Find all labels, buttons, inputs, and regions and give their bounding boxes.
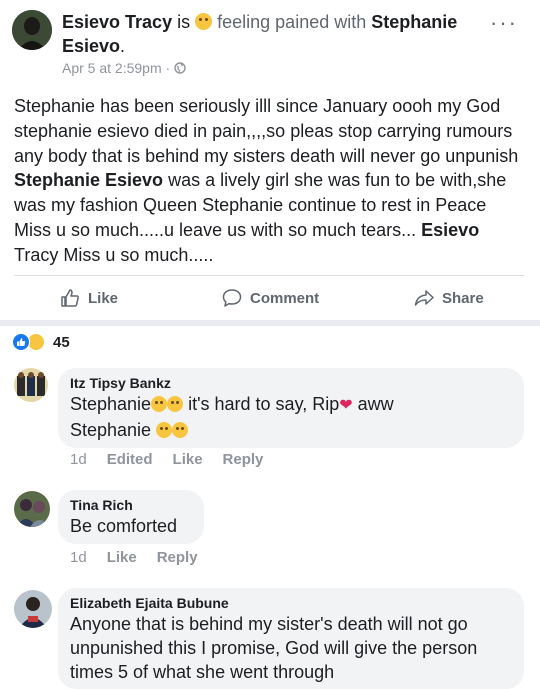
globe-icon bbox=[174, 62, 186, 74]
author-name[interactable]: Esievo Tracy bbox=[62, 12, 172, 32]
reactions-summary[interactable]: 45 bbox=[12, 333, 70, 351]
commenter-avatar-2[interactable] bbox=[14, 491, 50, 527]
crying-emoji-icon-2 bbox=[156, 422, 173, 438]
comment-text-2: Be comforted bbox=[70, 516, 178, 536]
comment-1-text-c: aww bbox=[352, 394, 394, 414]
timestamp-dot: · bbox=[165, 60, 171, 76]
comment-icon bbox=[222, 289, 242, 307]
is-word: is bbox=[177, 12, 191, 32]
commenter-avatar-3[interactable] bbox=[14, 590, 52, 628]
post-body-text-1: Stephanie has been seriously illl since … bbox=[14, 96, 519, 166]
header-period: . bbox=[120, 36, 126, 56]
like-label: Like bbox=[88, 289, 119, 307]
section-separator bbox=[0, 320, 540, 326]
timestamp-text[interactable]: Apr 5 at 2:59pm bbox=[62, 60, 162, 76]
share-label: Share bbox=[442, 289, 484, 307]
comment-2-like-button[interactable]: Like bbox=[107, 549, 137, 566]
commenter-name-2[interactable]: Tina Rich bbox=[70, 496, 192, 514]
comment-actions-1: 1d Edited Like Reply bbox=[70, 451, 263, 468]
tagged-name[interactable]: Stephanie bbox=[371, 12, 457, 32]
post-header: Esievo Tracy is feeling pained with Step… bbox=[62, 10, 492, 34]
comment-1-edited[interactable]: Edited bbox=[107, 451, 153, 468]
crying-emoji-icon-3 bbox=[172, 422, 189, 438]
comment-label: Comment bbox=[250, 289, 320, 307]
comment-text-1: Stephanie it's hard to say, Rip❤ aww Ste… bbox=[70, 392, 512, 442]
post-body-text-3: Tracy Miss u so much..... bbox=[14, 244, 214, 265]
post-body: Stephanie has been seriously illl since … bbox=[14, 94, 526, 268]
author-avatar[interactable] bbox=[12, 10, 52, 50]
comment-1-like-button[interactable]: Like bbox=[173, 451, 203, 468]
share-button[interactable]: Share bbox=[414, 288, 484, 308]
feeling-text: feeling pained with bbox=[217, 12, 367, 32]
like-button[interactable]: Like bbox=[60, 288, 118, 308]
comment-1-age[interactable]: 1d bbox=[70, 451, 87, 468]
comment-bubble-3: Elizabeth Ejaita Bubune Anyone that is b… bbox=[58, 588, 524, 689]
fearful-emoji-icon bbox=[151, 396, 168, 412]
post-menu-icon[interactable]: ··· bbox=[490, 10, 518, 36]
comment-bubble-2: Tina Rich Be comforted bbox=[58, 490, 204, 544]
comment-2-age[interactable]: 1d bbox=[70, 549, 87, 566]
post-card: Esievo Tracy is feeling pained with Step… bbox=[0, 0, 540, 320]
comment-2-reply-button[interactable]: Reply bbox=[157, 549, 198, 566]
comment-bubble-1: Itz Tipsy Bankz Stephanie it's hard to s… bbox=[58, 368, 524, 448]
reaction-count: 45 bbox=[53, 333, 70, 351]
thumbs-up-icon bbox=[61, 289, 79, 307]
comment-1-reply-button[interactable]: Reply bbox=[223, 451, 264, 468]
post-body-mention-2[interactable]: Esievo bbox=[421, 220, 479, 240]
post-body-mention-1[interactable]: Stephanie Esievo bbox=[14, 170, 163, 190]
post-divider bbox=[14, 275, 524, 276]
crying-emoji-icon bbox=[167, 396, 184, 412]
like-reaction-icon bbox=[12, 333, 30, 351]
share-icon bbox=[414, 290, 434, 306]
pained-emoji-icon bbox=[195, 13, 213, 30]
commenter-name-1[interactable]: Itz Tipsy Bankz bbox=[70, 374, 512, 392]
comment-actions-2: 1d Like Reply bbox=[70, 549, 198, 566]
commenter-name-3[interactable]: Elizabeth Ejaita Bubune bbox=[70, 594, 512, 612]
post-header-line2: Esievo. bbox=[62, 34, 492, 58]
comment-button[interactable]: Comment bbox=[222, 288, 319, 308]
comment-1-text-a: Stephanie bbox=[70, 394, 152, 414]
comment-1-text-b: it's hard to say, Rip bbox=[183, 394, 340, 414]
comment-1-text-d: Stephanie bbox=[70, 420, 157, 440]
tagged-name-cont[interactable]: Esievo bbox=[62, 36, 120, 56]
post-timestamp: Apr 5 at 2:59pm · bbox=[62, 60, 186, 76]
broken-heart-icon: ❤ bbox=[339, 397, 353, 414]
comment-text-3: Anyone that is behind my sister's death … bbox=[70, 614, 478, 682]
commenter-avatar-1[interactable] bbox=[14, 368, 48, 402]
